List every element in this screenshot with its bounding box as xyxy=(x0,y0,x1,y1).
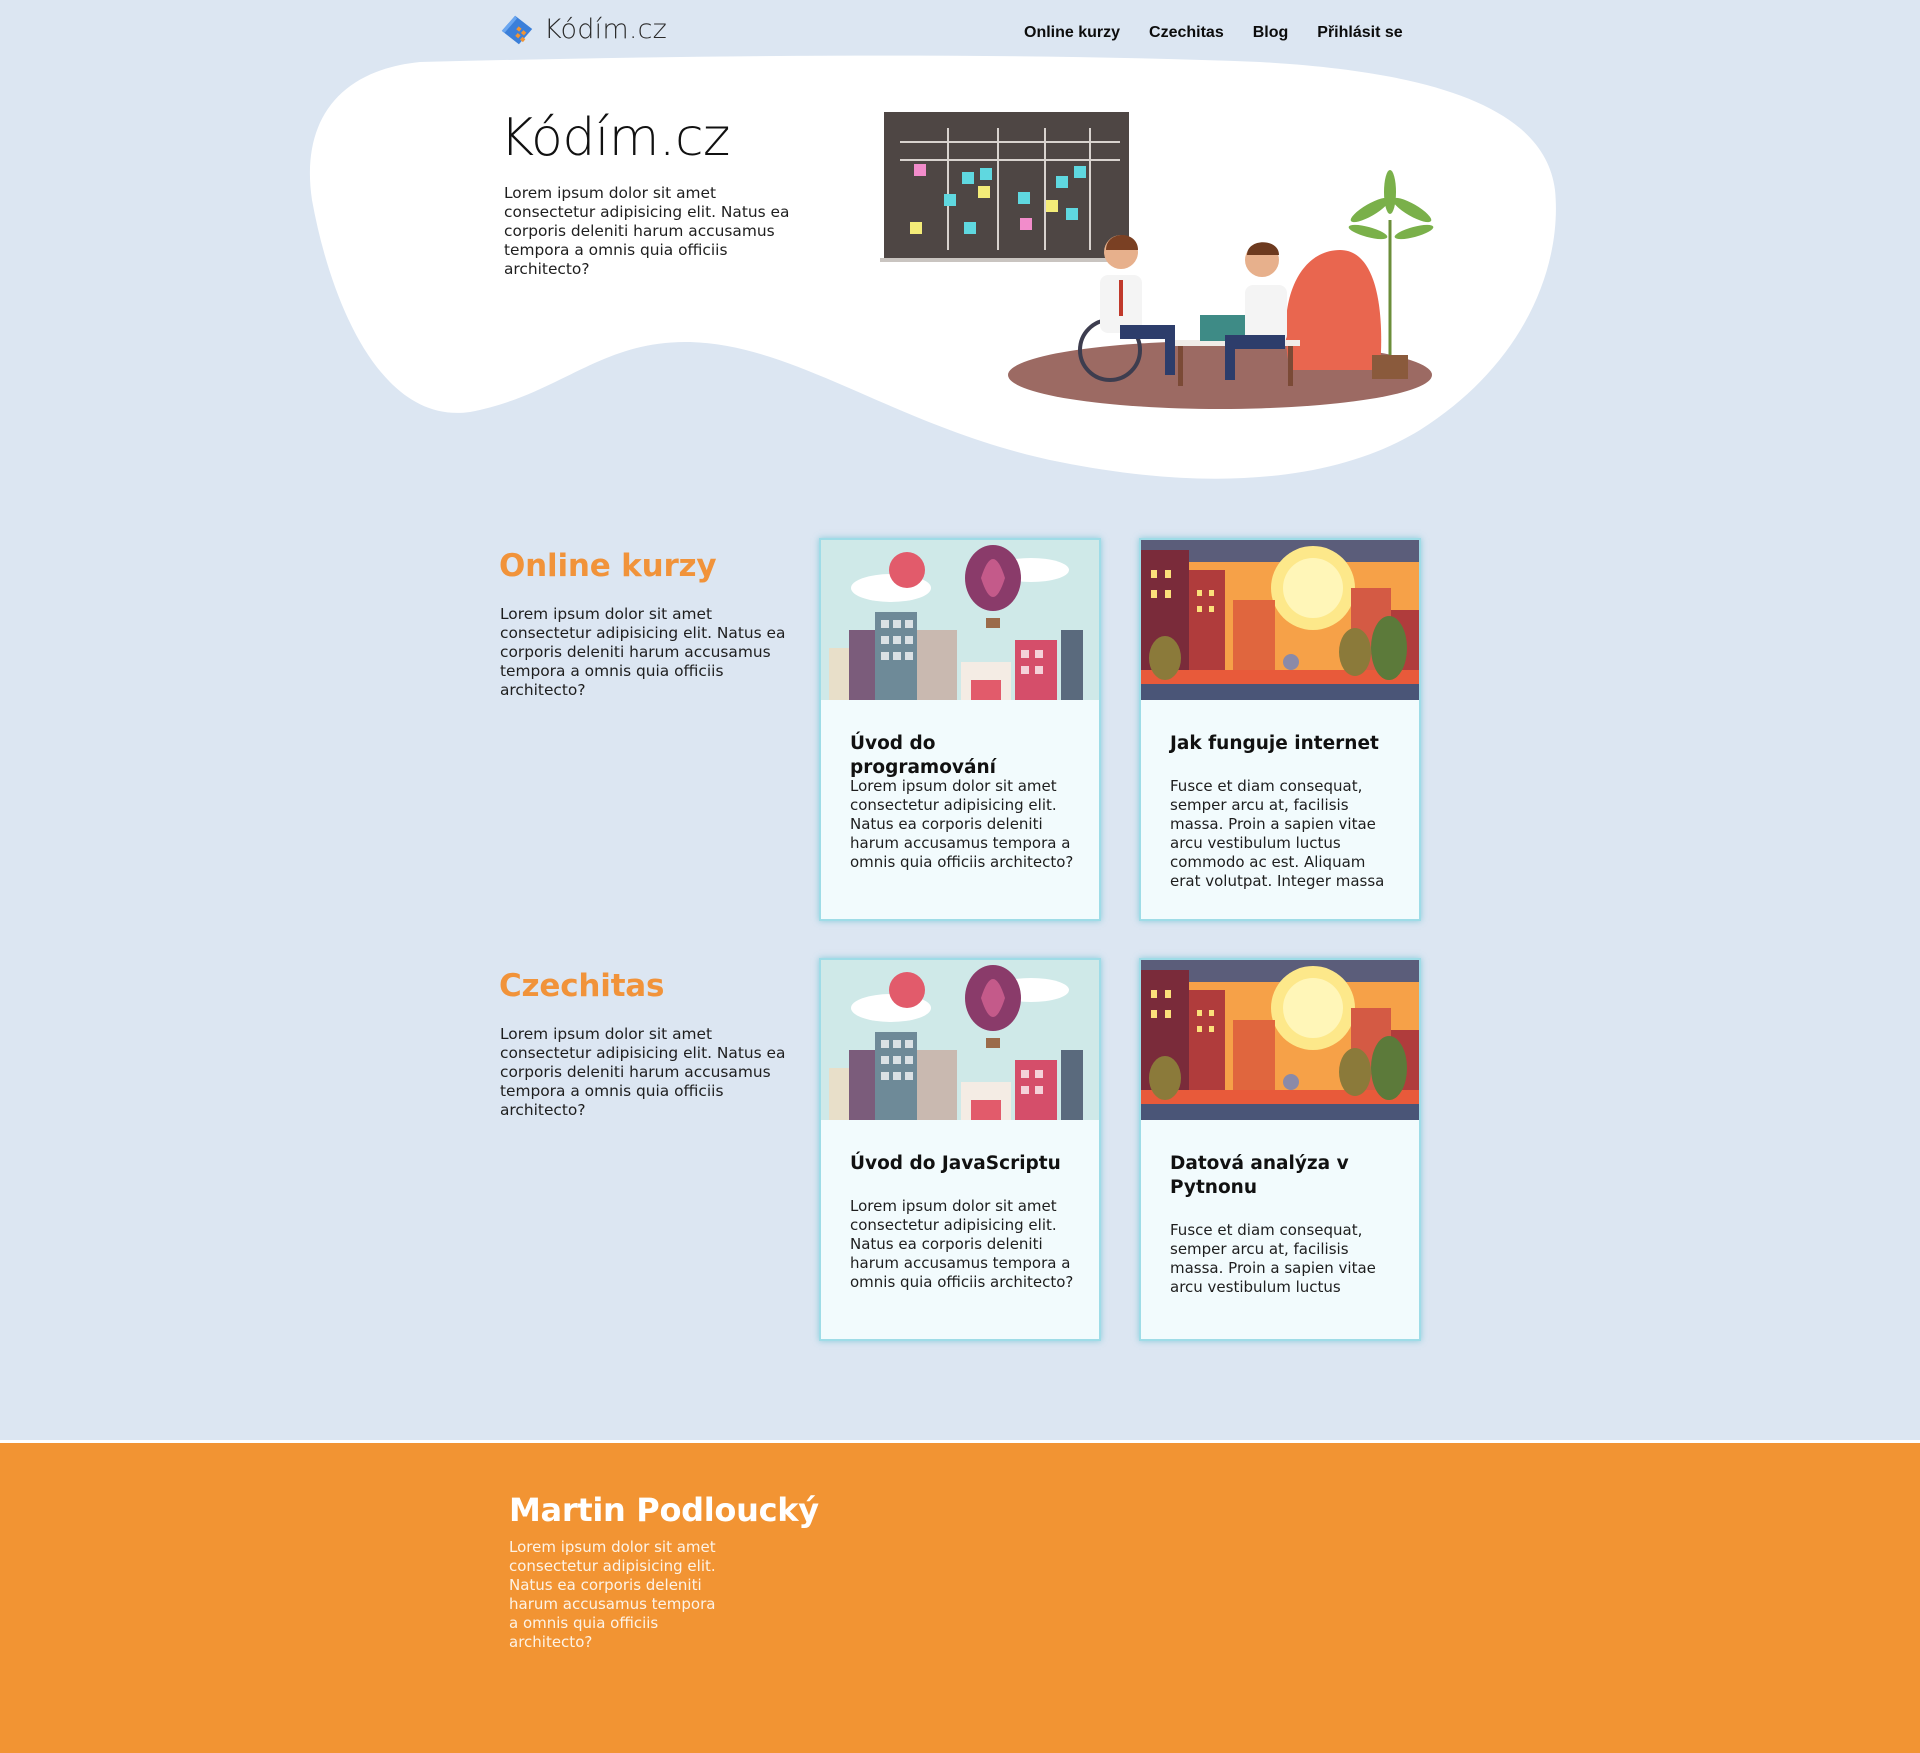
code-logo-icon xyxy=(501,15,533,45)
city-sunset-illustration xyxy=(1141,960,1419,1120)
hero-description: Lorem ipsum dolor sit amet consectetur a… xyxy=(504,184,790,278)
card-description: Fusce et diam consequat, semper arcu at,… xyxy=(1170,1221,1376,1296)
card-description: Lorem ipsum dolor sit amet consectetur a… xyxy=(850,1197,1074,1291)
course-card-uvod-do-programovani[interactable]: Úvod do programování Lorem ipsum dolor s… xyxy=(819,538,1101,921)
course-card-uvod-do-javascriptu[interactable]: Úvod do JavaScriptu Lorem ipsum dolor si… xyxy=(819,958,1101,1341)
nav-links: Online kurzy Czechitas Blog Přihlásit se xyxy=(1024,24,1403,42)
card-title: Jak funguje internet xyxy=(1170,733,1379,754)
card-description: Lorem ipsum dolor sit amet consectetur a… xyxy=(850,777,1074,871)
card-title: Úvod do JavaScriptu xyxy=(850,1153,1061,1174)
card-description: Fusce et diam consequat, semper arcu at,… xyxy=(1170,777,1385,890)
card-title: Úvod do programování xyxy=(850,733,996,778)
course-card-jak-funguje-internet[interactable]: Jak funguje internet Fusce et diam conse… xyxy=(1139,538,1421,921)
section-title-czechitas: Czechitas xyxy=(499,968,665,1004)
footer: Martin Podloucký Lorem ipsum dolor sit a… xyxy=(0,1440,1920,1753)
nav-link-blog[interactable]: Blog xyxy=(1253,24,1289,42)
section-description-czechitas: Lorem ipsum dolor sit amet consectetur a… xyxy=(500,1025,786,1119)
section-title-online-kurzy: Online kurzy xyxy=(499,548,717,584)
footer-author-name: Martin Podloucký xyxy=(509,1491,819,1529)
footer-description: Lorem ipsum dolor sit amet consectetur a… xyxy=(509,1538,716,1651)
city-balloon-illustration xyxy=(821,540,1099,700)
card-title: Datová analýza v Pytnonu xyxy=(1170,1153,1349,1198)
nav-link-czechitas[interactable]: Czechitas xyxy=(1149,24,1224,42)
section-description-online-kurzy: Lorem ipsum dolor sit amet consectetur a… xyxy=(500,605,786,699)
top-navigation: Kódím.cz Online kurzy Czechitas Blog Při… xyxy=(0,0,1920,62)
nav-link-login[interactable]: Přihlásit se xyxy=(1317,24,1402,42)
hero-title: Kódím.cz xyxy=(500,108,730,168)
city-sunset-illustration xyxy=(1141,540,1419,700)
brand-name: Kódím.cz xyxy=(544,13,668,45)
city-balloon-illustration xyxy=(821,960,1099,1120)
course-card-datova-analyza[interactable]: Datová analýza v Pytnonu Fusce et diam c… xyxy=(1139,958,1421,1341)
nav-link-online-kurzy[interactable]: Online kurzy xyxy=(1024,24,1120,42)
team-office-illustration xyxy=(880,112,1434,409)
brand-logo-link[interactable]: Kódím.cz xyxy=(498,10,667,48)
